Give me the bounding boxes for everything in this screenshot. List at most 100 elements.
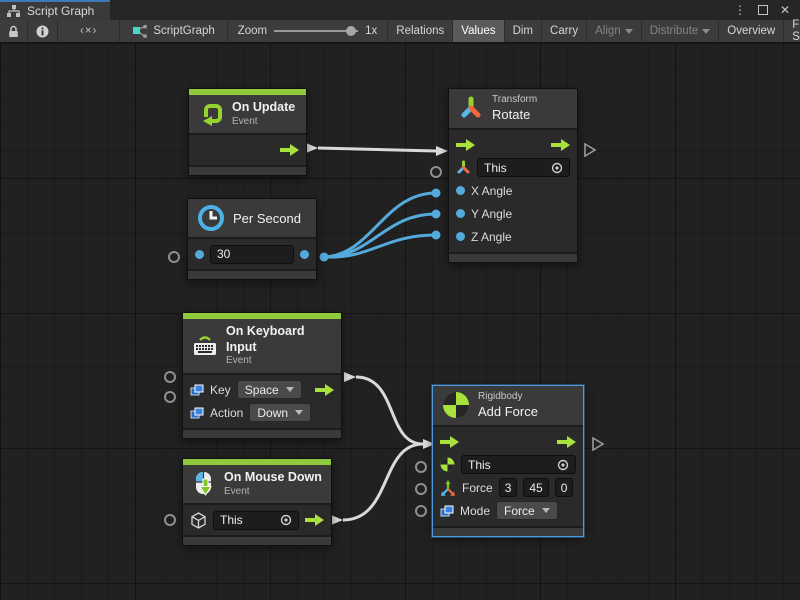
control-output-port[interactable] <box>315 384 334 396</box>
control-output-port[interactable] <box>551 139 570 151</box>
mode-dropdown[interactable]: Force <box>496 501 558 520</box>
node-title: On Mouse Down <box>224 470 322 486</box>
seconds-value-field[interactable]: 30 <box>210 245 294 264</box>
target-this-field[interactable]: This <box>213 511 299 530</box>
action-dropdown[interactable]: Down <box>249 403 311 422</box>
node-category: Rigidbody <box>478 391 538 404</box>
zoom-label: Zoom <box>238 25 267 37</box>
distribute-label: Distribute <box>650 25 699 37</box>
chevron-down-icon <box>295 410 303 415</box>
node-footer <box>188 271 316 279</box>
node-rotate[interactable]: Transform Rotate <box>448 88 578 263</box>
node-category: Transform <box>492 94 537 107</box>
overview-button[interactable]: Overview <box>719 20 784 42</box>
target-this-field[interactable]: This <box>461 455 576 474</box>
unconnected-port-circle[interactable] <box>415 483 427 495</box>
overview-label: Overview <box>727 25 775 37</box>
tab-script-graph[interactable]: Script Graph <box>0 0 110 20</box>
port-label: Y Angle <box>471 207 512 221</box>
mouse-down-icon <box>192 471 216 497</box>
graph-hierarchy-icon <box>7 5 21 18</box>
carry-button[interactable]: Carry <box>542 20 587 42</box>
dim-button[interactable]: Dim <box>505 20 542 42</box>
graph-canvas[interactable]: On Update Event Tr <box>0 43 800 600</box>
mode-value: Force <box>504 504 535 518</box>
value-input-port[interactable] <box>456 209 465 218</box>
node-footer <box>183 430 341 438</box>
zoom-slider[interactable] <box>274 30 358 32</box>
enum-icon <box>440 505 454 517</box>
lock-icon <box>8 25 19 38</box>
info-button[interactable] <box>28 20 58 42</box>
relations-button[interactable]: Relations <box>388 20 453 42</box>
unconnected-port-circle[interactable] <box>164 391 176 403</box>
distribute-button[interactable]: Distribute <box>642 20 720 42</box>
unconnected-flow-triangle[interactable] <box>591 437 605 451</box>
node-title: Rotate <box>492 107 537 123</box>
dim-label: Dim <box>513 25 533 37</box>
force-x-field[interactable]: 3 <box>499 478 518 497</box>
force-y-field[interactable]: 45 <box>523 478 548 497</box>
script-graph-icon <box>132 25 147 38</box>
unconnected-port-circle[interactable] <box>415 505 427 517</box>
node-on-mouse-down[interactable]: On Mouse Down Event This <box>182 458 332 546</box>
value-output-port[interactable] <box>300 250 309 259</box>
node-add-force[interactable]: Rigidbody Add Force <box>432 385 584 537</box>
update-loop-icon <box>198 101 224 127</box>
object-picker-icon[interactable] <box>280 514 292 526</box>
control-input-port[interactable] <box>440 436 459 448</box>
node-title: On Update <box>232 100 295 116</box>
node-footer <box>433 528 583 536</box>
unconnected-port-circle[interactable] <box>430 166 442 178</box>
unconnected-port-circle[interactable] <box>168 251 180 263</box>
this-value: This <box>220 513 243 527</box>
action-value: Down <box>257 406 288 420</box>
align-button[interactable]: Align <box>587 20 642 42</box>
value-input-port[interactable] <box>456 232 465 241</box>
relations-label: Relations <box>396 25 444 37</box>
port-label: X Angle <box>471 184 512 198</box>
node-on-keyboard-input[interactable]: On Keyboard Input Event Key Space <box>182 312 342 439</box>
control-output-port[interactable] <box>305 514 324 526</box>
node-on-update[interactable]: On Update Event <box>188 88 307 176</box>
key-label: Key <box>210 383 231 397</box>
window-menu-icon[interactable]: ⋮ <box>734 4 746 16</box>
transform-mini-icon <box>456 160 471 175</box>
target-this-field[interactable]: This <box>477 158 570 177</box>
unconnected-flow-triangle[interactable] <box>583 143 597 157</box>
values-button[interactable]: Values <box>453 20 504 42</box>
object-picker-icon[interactable] <box>557 459 569 471</box>
unconnected-port-circle[interactable] <box>164 514 176 526</box>
node-title: Add Force <box>478 404 538 420</box>
node-subtitle: Event <box>224 486 322 499</box>
close-icon[interactable]: ✕ <box>780 4 790 16</box>
values-label: Values <box>461 25 495 37</box>
control-input-port[interactable] <box>456 139 475 151</box>
node-subtitle: Event <box>226 355 332 368</box>
node-title: On Keyboard Input <box>226 324 332 355</box>
clock-icon <box>197 204 225 232</box>
value-input-port[interactable] <box>456 186 465 195</box>
code-view-button[interactable]: ‹×› <box>58 20 120 42</box>
graph-breadcrumb[interactable]: ScriptGraph <box>120 20 227 42</box>
object-picker-icon[interactable] <box>551 162 563 174</box>
chevron-down-icon <box>625 29 633 34</box>
title-bar: Script Graph ⋮ ✕ <box>0 0 800 20</box>
full-screen-button[interactable]: Full Screen <box>784 20 800 42</box>
chevron-down-icon <box>702 29 710 34</box>
control-output-port[interactable] <box>557 436 576 448</box>
graph-toolbar: ‹×› ScriptGraph Zoom 1x Relations Values… <box>0 20 800 43</box>
lock-button[interactable] <box>0 20 28 42</box>
force-z-field[interactable]: 0 <box>555 478 574 497</box>
zoom-slider-handle[interactable] <box>346 26 356 36</box>
value-input-port[interactable] <box>195 250 204 259</box>
key-value: Space <box>245 383 279 397</box>
mode-label: Mode <box>460 504 490 518</box>
maximize-icon[interactable] <box>758 5 768 15</box>
control-output-port[interactable] <box>280 144 299 156</box>
node-per-second[interactable]: Per Second 30 <box>187 198 317 280</box>
code-view-icon: ‹×› <box>80 25 97 37</box>
key-dropdown[interactable]: Space <box>237 380 302 399</box>
unconnected-port-circle[interactable] <box>164 371 176 383</box>
unconnected-port-circle[interactable] <box>415 461 427 473</box>
